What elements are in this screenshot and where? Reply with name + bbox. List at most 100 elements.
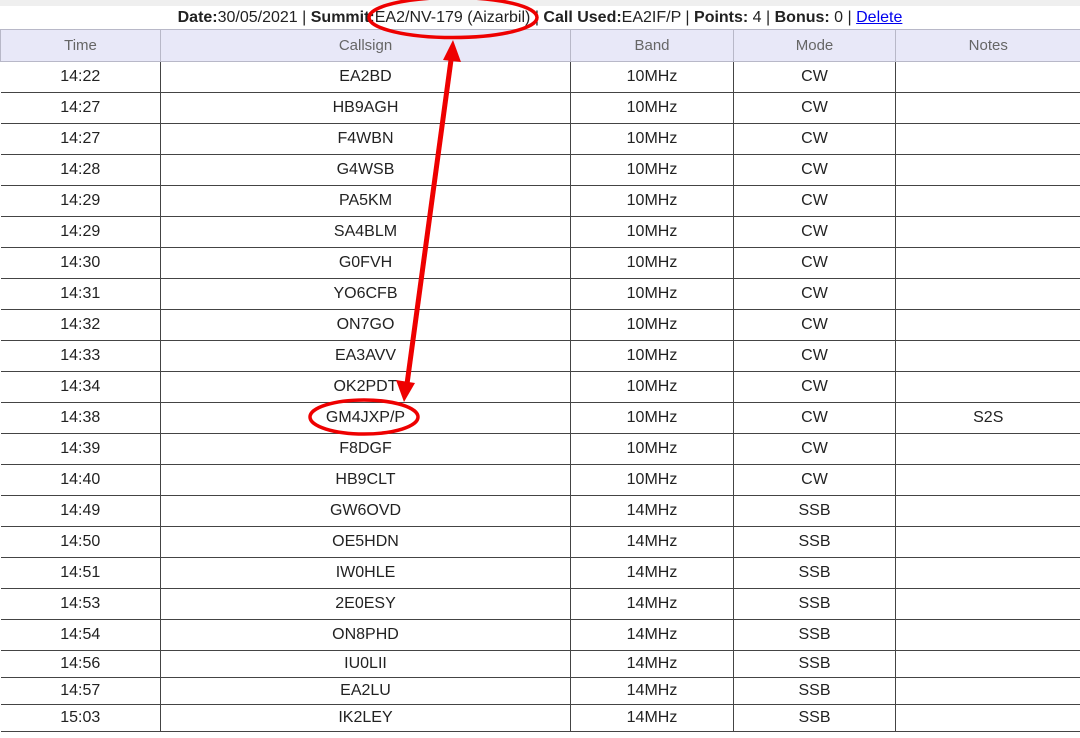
cell-band: 10MHz (570, 464, 734, 496)
table-row: 14:53 2E0ESY 14MHz SSB (0, 588, 1080, 620)
cell-time: 14:56 (0, 650, 161, 678)
cell-mode: CW (733, 371, 896, 403)
cell-mode: CW (733, 154, 896, 186)
cell-time: 14:40 (0, 464, 161, 496)
bonus-value: 0 (829, 9, 844, 26)
column-header-notes[interactable]: Notes (895, 29, 1080, 62)
cell-band: 10MHz (570, 371, 734, 403)
cell-band: 10MHz (570, 61, 734, 93)
cell-mode: CW (733, 433, 896, 465)
table-row: 14:31 YO6CFB 10MHz CW (0, 278, 1080, 310)
cell-notes (895, 704, 1080, 732)
cell-notes (895, 92, 1080, 124)
cell-mode: SSB (733, 495, 896, 527)
table-row: 14:39 F8DGF 10MHz CW (0, 433, 1080, 465)
cell-band: 10MHz (570, 123, 734, 155)
cell-callsign: F4WBN (160, 123, 571, 155)
column-header-band[interactable]: Band (570, 29, 734, 62)
activation-summary: Date:30/05/2021 | Summit:EA2/NV-179 (Aiz… (0, 7, 1080, 29)
cell-time: 14:57 (0, 677, 161, 705)
cell-callsign: GW6OVD (160, 495, 571, 527)
bonus-label: Bonus: (774, 9, 830, 26)
cell-callsign: HB9CLT (160, 464, 571, 496)
table-row: 14:30 G0FVH 10MHz CW (0, 247, 1080, 279)
cell-callsign: 2E0ESY (160, 588, 571, 620)
cell-time: 14:22 (0, 61, 161, 93)
cell-band: 14MHz (570, 526, 734, 558)
cell-notes (895, 433, 1080, 465)
points-label: Points: (694, 9, 749, 26)
cell-mode: CW (733, 340, 896, 372)
cell-notes (895, 464, 1080, 496)
cell-time: 14:27 (0, 92, 161, 124)
cell-band: 14MHz (570, 704, 734, 732)
cell-time: 14:38 (0, 402, 161, 434)
cell-callsign: IW0HLE (160, 557, 571, 589)
cell-time: 14:49 (0, 495, 161, 527)
table-row: 15:03 IK2LEY 14MHz SSB (0, 704, 1080, 732)
cell-notes (895, 619, 1080, 651)
cell-time: 14:39 (0, 433, 161, 465)
cell-band: 14MHz (570, 677, 734, 705)
call-used-value: EA2IF/P (621, 9, 681, 26)
cell-callsign: G4WSB (160, 154, 571, 186)
cell-notes (895, 371, 1080, 403)
table-row: 14:29 PA5KM 10MHz CW (0, 185, 1080, 217)
cell-mode: CW (733, 61, 896, 93)
table-row: 14:49 GW6OVD 14MHz SSB (0, 495, 1080, 527)
cell-band: 10MHz (570, 154, 734, 186)
table-row: 14:57 EA2LU 14MHz SSB (0, 677, 1080, 705)
points-value: 4 (748, 9, 762, 26)
date-value: 30/05/2021 (217, 9, 298, 26)
cell-callsign: EA2LU (160, 677, 571, 705)
column-header-mode[interactable]: Mode (733, 29, 896, 62)
cell-band: 10MHz (570, 402, 734, 434)
cell-time: 14:34 (0, 371, 161, 403)
table-row: 14:38 GM4JXP/P 10MHz CW S2S (0, 402, 1080, 434)
top-border (0, 0, 1080, 6)
cell-notes (895, 123, 1080, 155)
separator: | (530, 9, 544, 26)
table-row: 14:54 ON8PHD 14MHz SSB (0, 619, 1080, 651)
cell-callsign: ON7GO (160, 309, 571, 341)
cell-time: 14:31 (0, 278, 161, 310)
table-row: 14:28 G4WSB 10MHz CW (0, 154, 1080, 186)
cell-notes (895, 650, 1080, 678)
cell-callsign: GM4JXP/P (160, 402, 571, 434)
cell-callsign: SA4BLM (160, 216, 571, 248)
date-label: Date: (177, 9, 218, 26)
cell-mode: SSB (733, 650, 896, 678)
cell-time: 14:51 (0, 557, 161, 589)
cell-band: 10MHz (570, 92, 734, 124)
table-row: 14:22 EA2BD 10MHz CW (0, 61, 1080, 93)
cell-notes (895, 677, 1080, 705)
cell-callsign: G0FVH (160, 247, 571, 279)
cell-mode: CW (733, 92, 896, 124)
cell-notes (895, 185, 1080, 217)
cell-mode: CW (733, 185, 896, 217)
cell-time: 14:28 (0, 154, 161, 186)
cell-time: 14:30 (0, 247, 161, 279)
cell-mode: SSB (733, 704, 896, 732)
separator: | (680, 9, 695, 26)
delete-link[interactable]: Delete (856, 9, 902, 26)
summit-label: Summit: (310, 9, 375, 26)
cell-band: 10MHz (570, 433, 734, 465)
separator: | (761, 9, 775, 26)
table-header-row: Time Callsign Band Mode Notes (0, 29, 1080, 62)
column-header-callsign[interactable]: Callsign (160, 29, 571, 62)
cell-mode: SSB (733, 677, 896, 705)
cell-mode: CW (733, 216, 896, 248)
table-row: 14:29 SA4BLM 10MHz CW (0, 216, 1080, 248)
table-row: 14:40 HB9CLT 10MHz CW (0, 464, 1080, 496)
cell-time: 14:50 (0, 526, 161, 558)
column-header-time[interactable]: Time (0, 29, 161, 62)
cell-callsign: F8DGF (160, 433, 571, 465)
cell-band: 14MHz (570, 650, 734, 678)
cell-notes (895, 216, 1080, 248)
cell-band: 10MHz (570, 340, 734, 372)
cell-mode: SSB (733, 619, 896, 651)
cell-notes (895, 61, 1080, 93)
table-row: 14:56 IU0LII 14MHz SSB (0, 650, 1080, 678)
cell-mode: SSB (733, 526, 896, 558)
